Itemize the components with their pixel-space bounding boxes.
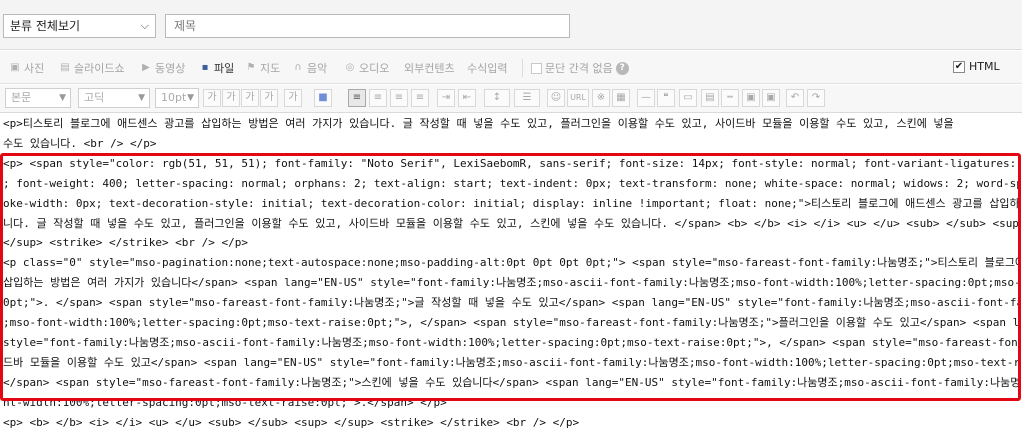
temp-save-button[interactable]: ▣ (762, 89, 780, 107)
more-button[interactable]: ▤ (701, 89, 719, 107)
paragraph-spacing-toggle[interactable]: 문단 간격 없음 ? (531, 60, 629, 76)
list-button[interactable]: ☰ (514, 89, 540, 107)
table-button[interactable]: ▦ (612, 89, 630, 107)
file-button[interactable]: ▪ 파일 (199, 60, 235, 76)
photo-icon: ▣ (10, 62, 20, 73)
horizontal-rule-button[interactable]: — (637, 89, 655, 107)
font-size-value: 10pt (161, 91, 187, 104)
indent-button[interactable]: ⇥ (437, 89, 455, 107)
slideshow-label: 슬라이드쇼 (74, 62, 125, 75)
slideshow-button[interactable]: ▤ 슬라이드쇼 (59, 60, 125, 76)
align-center-button[interactable]: ≡ (369, 89, 387, 107)
font-value: 고딕 (84, 91, 105, 104)
align-justify-button[interactable]: ≡ (411, 89, 429, 107)
quote-button[interactable]: ❝ (657, 89, 675, 107)
chevron-down-icon: ▼ (59, 93, 66, 103)
url-button[interactable]: URL (567, 89, 589, 107)
formula-label: 수식입력 (467, 62, 508, 75)
chevron-down-icon: ▼ (138, 93, 145, 103)
special-character-button[interactable]: ※ (592, 89, 610, 107)
align-left-button[interactable]: ≡ (348, 89, 366, 107)
font-size-select[interactable]: 10pt ▼ (155, 88, 199, 108)
redo-button[interactable]: ↷ (807, 89, 825, 107)
page-break-button[interactable]: ┅ (721, 89, 739, 107)
video-label: 동영상 (155, 62, 186, 75)
headphones-icon: ∩ (294, 62, 302, 73)
title-input[interactable]: 제목 (165, 14, 570, 38)
chevron-down-icon: ⌵ (140, 19, 149, 32)
title-placeholder: 제목 (174, 19, 197, 33)
html-mode-checkbox[interactable]: ✔ (953, 60, 965, 73)
slideshow-icon: ▤ (60, 62, 70, 73)
audio-button[interactable]: ◎ 오디오 (344, 60, 390, 76)
block-style-value: 본문 (11, 91, 32, 104)
media-toolbar: ▣ 사진 ▤ 슬라이드쇼 ▶ 동영상 ▪ 파일 ⚑ 지도 ∩ 음악 ◎ 오디오 … (0, 51, 1022, 84)
html-mode-toggle[interactable]: ✔ HTML (953, 60, 1000, 73)
audio-icon: ◎ (345, 62, 355, 73)
code-line: 수도 있습니다. <br /> </p> (3, 136, 157, 150)
audio-label: 오디오 (359, 62, 390, 75)
help-icon[interactable]: ? (615, 61, 629, 75)
align-right-button[interactable]: ≡ (390, 89, 408, 107)
category-select[interactable]: 분류 전체보기 ⌵ (3, 14, 156, 38)
video-icon: ▶ (142, 62, 150, 73)
code-line: <p>티스토리 블로그에 애드센스 광고를 삽입하는 방법은 여러 가지가 있습… (3, 117, 954, 130)
html-mode-label: HTML (969, 60, 1000, 73)
map-button[interactable]: ⚑ 지도 (245, 60, 281, 76)
text-color-button[interactable]: 가 (284, 89, 302, 107)
code-line: <p> <b> </b> <i> </i> <u> </u> <sub> </s… (3, 415, 580, 429)
format-toolbar: 본문 ▼ 고딕 ▼ 10pt ▼ 가 가 가 가 가 ■ ≡ ≡ ≡ ≡ ⇥ ⇤… (0, 85, 1022, 113)
post-header: 분류 전체보기 ⌵ 제목 (0, 0, 1022, 50)
emoticon-button[interactable]: ☺ (547, 89, 565, 107)
highlight-box (0, 153, 1021, 401)
chevron-down-icon: ▼ (187, 93, 194, 103)
background-color-button[interactable]: ■ (314, 89, 332, 107)
map-label: 지도 (260, 62, 281, 75)
formula-button[interactable]: 수식입력 (467, 60, 507, 76)
paragraph-spacing-checkbox[interactable] (531, 62, 542, 74)
external-content-label: 외부컨텐츠 (404, 62, 455, 75)
music-button[interactable]: ∩ 음악 (292, 60, 327, 76)
category-select-value: 분류 전체보기 (10, 19, 81, 33)
block-style-select[interactable]: 본문 ▼ (5, 88, 71, 108)
save-button[interactable]: ▣ (742, 89, 760, 107)
strikethrough-button[interactable]: 가 (241, 89, 259, 107)
underline-button[interactable]: 가 (222, 89, 240, 107)
box-button[interactable]: ▭ (679, 89, 697, 107)
bold-button[interactable]: 가 (203, 89, 221, 107)
font-select[interactable]: 고딕 ▼ (78, 88, 150, 108)
toolbar-divider (522, 59, 523, 77)
line-height-button[interactable]: ↕ (484, 89, 510, 107)
paragraph-spacing-label: 문단 간격 없음 (545, 62, 613, 75)
map-icon: ⚑ (246, 62, 256, 73)
file-icon: ▪ (201, 62, 209, 73)
external-content-button[interactable]: 외부컨텐츠 (404, 60, 455, 76)
outdent-button[interactable]: ⇤ (458, 89, 476, 107)
file-label: 파일 (214, 62, 235, 75)
italic-button[interactable]: 가 (260, 89, 278, 107)
undo-button[interactable]: ↶ (786, 89, 804, 107)
photo-label: 사진 (24, 62, 45, 75)
photo-button[interactable]: ▣ 사진 (9, 60, 44, 76)
video-button[interactable]: ▶ 동영상 (140, 60, 185, 76)
music-label: 음악 (307, 62, 328, 75)
